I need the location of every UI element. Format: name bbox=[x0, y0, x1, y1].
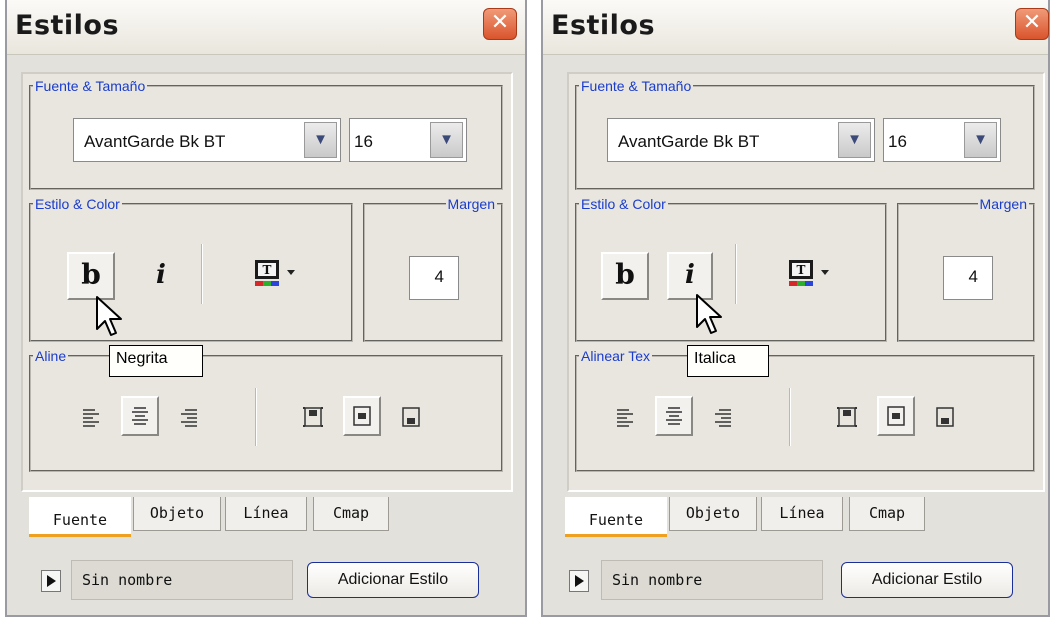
tab-linea[interactable]: Línea bbox=[761, 497, 843, 531]
align-text-group-label: Aline bbox=[35, 348, 67, 364]
bold-button[interactable]: b bbox=[67, 252, 115, 300]
play-button[interactable] bbox=[41, 570, 61, 592]
text-color-icon: T bbox=[789, 260, 829, 286]
valign-bottom-icon bbox=[402, 407, 420, 427]
align-left-button[interactable] bbox=[75, 400, 107, 434]
play-icon bbox=[575, 575, 584, 587]
font-name-value: AvantGarde Bk BT bbox=[618, 132, 760, 151]
align-left-button[interactable] bbox=[609, 400, 641, 434]
valign-bottom-button[interactable] bbox=[929, 400, 961, 434]
dropdown-arrow-icon[interactable]: ▼ bbox=[304, 122, 337, 158]
play-button[interactable] bbox=[569, 570, 589, 592]
valign-bottom-icon bbox=[936, 407, 954, 427]
play-icon bbox=[47, 575, 56, 587]
align-right-icon bbox=[181, 409, 197, 427]
tab-objeto[interactable]: Objeto bbox=[669, 497, 757, 531]
tab-cmap[interactable]: Cmap bbox=[313, 497, 389, 531]
font-size-group-label: Fuente & Tamaño bbox=[581, 78, 692, 94]
align-left-icon bbox=[617, 409, 633, 427]
separator bbox=[255, 388, 257, 446]
valign-middle-button[interactable] bbox=[343, 396, 381, 436]
close-button[interactable]: ✕ bbox=[483, 8, 517, 40]
tooltip: Italica bbox=[687, 345, 769, 377]
close-icon: ✕ bbox=[1022, 10, 1042, 35]
separator bbox=[789, 388, 791, 446]
style-color-group-label: Estilo & Color bbox=[35, 196, 120, 212]
margin-input[interactable]: 4 bbox=[409, 256, 459, 300]
dropdown-arrow-icon[interactable]: ▼ bbox=[430, 122, 463, 158]
styles-panel-left: Estilos ✕ Fuente & Tamaño AvantGarde Bk … bbox=[5, 0, 527, 617]
tab-linea[interactable]: Línea bbox=[225, 497, 307, 531]
separator bbox=[201, 244, 203, 304]
valign-top-button[interactable] bbox=[831, 400, 863, 434]
style-name-field[interactable]: Sin nombre bbox=[71, 560, 293, 600]
valign-top-icon bbox=[837, 407, 857, 427]
add-style-button[interactable]: Adicionar Estilo bbox=[307, 562, 479, 598]
valign-top-icon bbox=[303, 407, 323, 427]
title-bar: Estilos ✕ bbox=[543, 0, 1049, 55]
tab-fuente[interactable]: Fuente bbox=[29, 497, 131, 537]
styles-panel-right: Estilos ✕ Fuente & Tamaño AvantGarde Bk … bbox=[541, 0, 1050, 617]
tab-content: Fuente & Tamaño AvantGarde Bk BT ▼ 16 ▼ … bbox=[567, 72, 1045, 492]
font-name-select[interactable]: AvantGarde Bk BT ▼ bbox=[607, 118, 875, 162]
italic-icon: i bbox=[156, 260, 166, 290]
font-size-value: 16 bbox=[888, 132, 907, 151]
mouse-cursor-icon bbox=[96, 296, 122, 336]
add-style-button[interactable]: Adicionar Estilo bbox=[841, 562, 1013, 598]
close-button[interactable]: ✕ bbox=[1015, 8, 1049, 40]
tooltip: Negrita bbox=[109, 345, 203, 377]
align-text-group: Alinear Tex bbox=[575, 348, 1035, 472]
tab-cmap[interactable]: Cmap bbox=[849, 497, 925, 531]
align-center-icon bbox=[132, 407, 148, 425]
dropdown-arrow-icon[interactable]: ▼ bbox=[964, 122, 997, 158]
dropdown-arrow-icon[interactable]: ▼ bbox=[838, 122, 871, 158]
separator bbox=[735, 244, 737, 304]
align-left-icon bbox=[83, 409, 99, 427]
title-bar: Estilos ✕ bbox=[7, 0, 525, 55]
style-color-group-label: Estilo & Color bbox=[581, 196, 666, 212]
bold-icon: b bbox=[81, 258, 101, 291]
align-center-icon bbox=[666, 407, 682, 425]
font-size-value: 16 bbox=[354, 132, 373, 151]
tab-fuente[interactable]: Fuente bbox=[565, 497, 667, 537]
svg-text:T: T bbox=[263, 263, 272, 277]
font-name-value: AvantGarde Bk BT bbox=[84, 132, 226, 151]
margin-group-label: Margen bbox=[979, 196, 1027, 212]
text-color-button[interactable]: T bbox=[249, 258, 307, 292]
mouse-cursor-icon bbox=[696, 294, 722, 334]
valign-bottom-button[interactable] bbox=[395, 400, 427, 434]
margin-input[interactable]: 4 bbox=[943, 256, 993, 300]
tab-objeto[interactable]: Objeto bbox=[133, 497, 221, 531]
bold-icon: b bbox=[615, 258, 635, 291]
text-color-icon: T bbox=[255, 260, 295, 286]
align-right-icon bbox=[715, 409, 731, 427]
valign-middle-button[interactable] bbox=[877, 396, 915, 436]
font-name-select[interactable]: AvantGarde Bk BT ▼ bbox=[73, 118, 341, 162]
align-center-button[interactable] bbox=[655, 396, 693, 436]
align-center-button[interactable] bbox=[121, 396, 159, 436]
text-color-button[interactable]: T bbox=[783, 258, 841, 292]
align-text-group-label: Alinear Tex bbox=[581, 348, 651, 364]
panel-title: Estilos bbox=[551, 10, 656, 41]
font-size-group-label: Fuente & Tamaño bbox=[35, 78, 146, 94]
font-size-select[interactable]: 16 ▼ bbox=[349, 118, 467, 162]
svg-text:T: T bbox=[797, 263, 806, 277]
italic-icon: i bbox=[685, 260, 695, 290]
align-right-button[interactable] bbox=[707, 400, 739, 434]
valign-top-button[interactable] bbox=[297, 400, 329, 434]
style-name-field[interactable]: Sin nombre bbox=[601, 560, 823, 600]
italic-button[interactable]: i bbox=[141, 252, 181, 300]
panel-title: Estilos bbox=[15, 10, 120, 41]
valign-middle-icon bbox=[353, 406, 371, 426]
margin-group-label: Margen bbox=[447, 196, 495, 212]
close-icon: ✕ bbox=[490, 10, 510, 35]
valign-middle-icon bbox=[887, 406, 905, 426]
font-size-select[interactable]: 16 ▼ bbox=[883, 118, 1001, 162]
bold-button[interactable]: b bbox=[601, 252, 649, 300]
align-right-button[interactable] bbox=[173, 400, 205, 434]
tab-content: Fuente & Tamaño AvantGarde Bk BT ▼ 16 ▼ … bbox=[21, 72, 513, 492]
